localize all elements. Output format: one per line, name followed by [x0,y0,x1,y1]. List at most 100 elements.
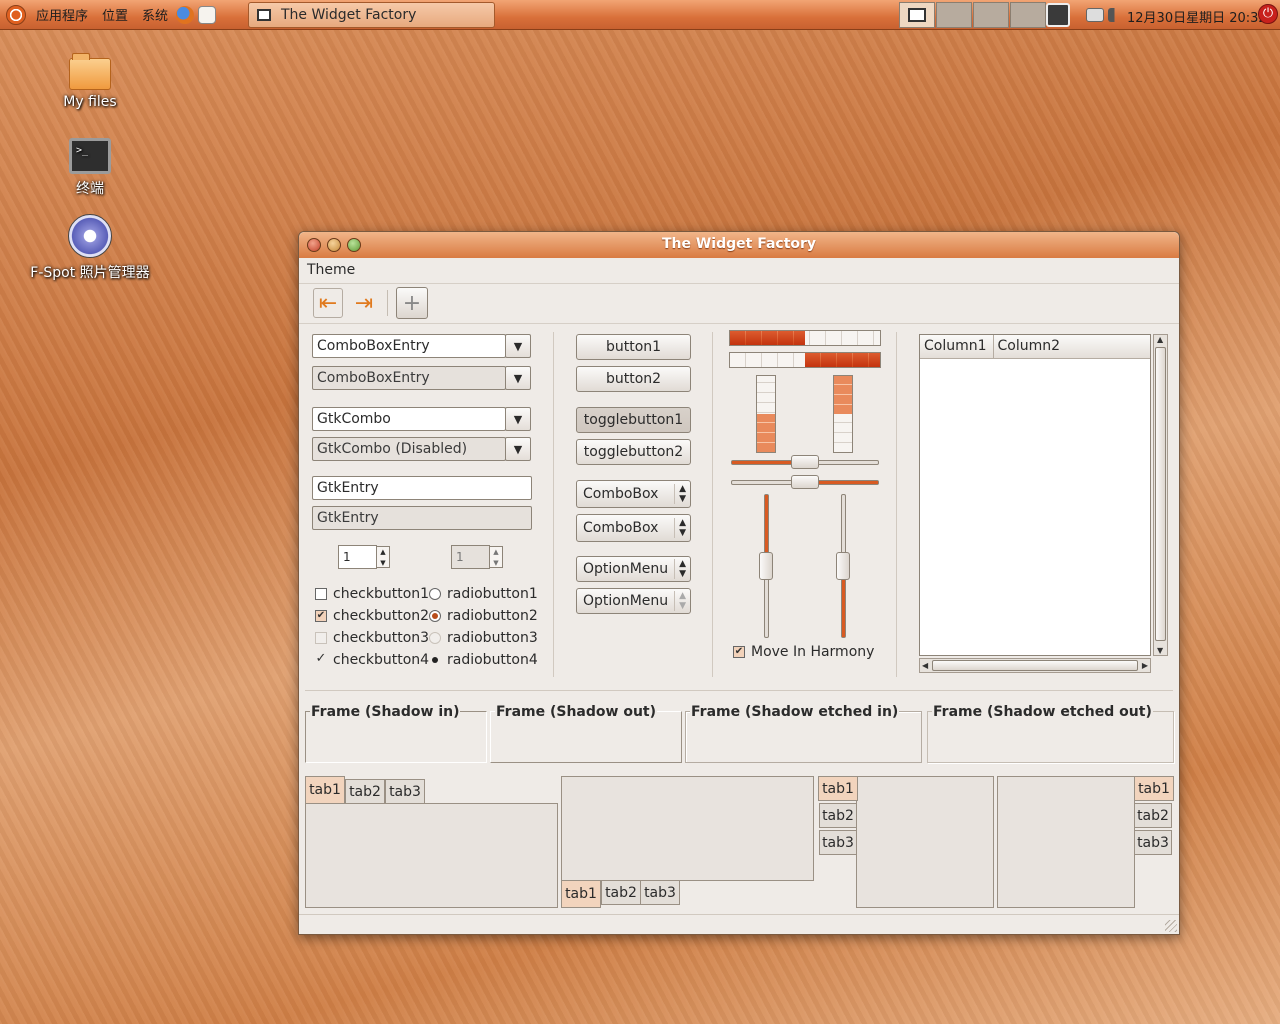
optionmenu-1[interactable]: OptionMenu ▲ ▼ [576,556,691,582]
desktop-icon-my-files[interactable]: My files [25,50,155,110]
combobox-2[interactable]: ComboBox ▲ ▼ [576,514,691,542]
fspot-icon [68,214,112,258]
tree-column-header[interactable]: Column2 [994,335,1067,358]
desktop-icon-terminal[interactable]: >_ 终端 [25,134,155,198]
menu-applications[interactable]: 应用程序 [36,5,88,24]
menu-system[interactable]: 系统 [142,5,168,24]
hscale-slider-handle[interactable] [791,455,819,469]
firefox-launcher-icon[interactable] [176,5,195,24]
notebook-top-tab-1[interactable]: tab1 [305,776,345,804]
scroll-up-icon[interactable]: ▲ [1157,335,1163,344]
combobox-entry-2[interactable]: ComboBoxEntry [312,366,506,390]
volume-icon[interactable] [1108,8,1124,22]
button-2[interactable]: button2 [576,366,691,392]
scrollbar-thumb[interactable] [932,660,1138,671]
radiobutton-2[interactable]: radiobutton2 [429,608,538,624]
notebook-left-tab-3[interactable]: tab3 [819,830,857,855]
window-titlebar[interactable]: The Widget Factory [299,232,1179,258]
gtk-combo[interactable]: GtkCombo [312,407,506,431]
vscale-1[interactable] [759,494,773,638]
radiobutton-3: radiobutton3 [429,630,538,646]
taskbar-window-button[interactable]: The Widget Factory [248,2,495,28]
system-tray [1046,3,1124,27]
go-forward-icon[interactable]: ⇥ [349,288,379,318]
check-label: Move In Harmony [751,644,875,660]
checkmark-icon: ✓ [315,651,327,666]
checkbutton-2[interactable]: ✔ checkbutton2 [315,608,429,624]
combobox-1[interactable]: ComboBox ▲ ▼ [576,480,691,508]
notebook-right-tab-1[interactable]: tab1 [1134,776,1174,801]
workspace-3[interactable] [973,2,1009,28]
notebook-right-tab-2[interactable]: tab2 [1134,803,1172,828]
togglebutton-2[interactable]: togglebutton2 [576,439,691,465]
button-1[interactable]: button1 [576,334,691,360]
chevron-down-icon[interactable]: ▼ [505,366,531,390]
gtk-entry[interactable]: GtkEntry [312,476,532,500]
checkbox-icon [315,632,327,644]
move-in-harmony-check[interactable]: ✔ Move In Harmony [733,644,874,660]
optionmenu-2: OptionMenu ▲ ▼ [576,588,691,614]
tree-header: Column1 Column2 [920,335,1150,359]
notebook-bottom-tab-1[interactable]: tab1 [561,880,601,908]
notebook-left-tab-2[interactable]: tab2 [819,803,857,828]
togglebutton-1[interactable]: togglebutton1 [576,407,691,433]
updown-arrows-icon: ▲ ▼ [674,518,686,538]
hscale-1[interactable] [731,455,879,469]
chevron-down-icon[interactable]: ▼ [505,334,531,358]
workspace-1[interactable] [899,2,935,28]
updown-arrows-icon: ▲ ▼ [674,559,686,579]
vscale-slider-handle[interactable] [759,552,773,580]
workspace-window-thumb [908,8,926,22]
workspace-4[interactable] [1010,2,1046,28]
tree-view[interactable]: Column1 Column2 [919,334,1151,656]
window-title: The Widget Factory [661,236,817,252]
scrollbar-thumb[interactable] [1155,347,1166,641]
checkbutton-1[interactable]: checkbutton1 [315,586,429,602]
frame-label: Frame (Shadow etched out) [932,704,1153,720]
checkbox-icon [315,588,327,600]
spin-arrows-icon[interactable]: ▲ ▼ [376,546,390,568]
notebook-bottom-tab-3[interactable]: tab3 [640,880,680,905]
tree-horizontal-scrollbar[interactable]: ◀ ▶ [919,658,1151,673]
vscale-2[interactable] [836,494,850,638]
radio-selected-icon [429,610,441,622]
scroll-left-icon[interactable]: ◀ [922,661,928,670]
radio-label: radiobutton3 [447,630,538,646]
notebook-right-tab-3[interactable]: tab3 [1134,830,1172,855]
terminal-icon: >_ [69,138,111,174]
go-back-icon[interactable]: ⇤ [313,288,343,318]
checkbutton-4: ✓ checkbutton4 [315,651,430,668]
frame-shadow-etched-in: Frame (Shadow etched in) [685,704,922,763]
spin-button-1[interactable]: 1 ▲ ▼ [338,545,390,569]
radiobutton-1[interactable]: radiobutton1 [429,586,538,602]
spin-value: 1 [456,550,464,564]
notebook-top-tab-2[interactable]: tab2 [345,779,385,804]
add-icon[interactable]: + [396,287,428,319]
hscale-slider-handle[interactable] [791,475,819,489]
notebook-top-tab-3[interactable]: tab3 [385,779,425,804]
gtk-entry-disabled: GtkEntry [312,506,532,530]
vscale-slider-handle[interactable] [836,552,850,580]
workspace-2[interactable] [936,2,972,28]
scroll-right-icon[interactable]: ▶ [1142,661,1148,670]
power-icon[interactable]: ⏻ [1258,4,1278,24]
combobox-entry-1[interactable]: ComboBoxEntry [312,334,506,358]
tree-column-header[interactable]: Column1 [920,335,994,358]
tree-vertical-scrollbar[interactable]: ▲ ▼ [1153,334,1168,656]
ubuntu-logo-icon[interactable] [6,4,26,25]
show-desktop-icon[interactable] [1046,3,1070,27]
panel-clock[interactable]: 12月30日星期日 20:32 [1127,7,1267,26]
check-label: checkbutton1 [333,586,430,602]
scroll-down-icon[interactable]: ▼ [1157,646,1163,655]
printer-icon[interactable] [1086,8,1104,22]
notebook-left-tab-1[interactable]: tab1 [818,776,858,801]
desktop-icon-fspot[interactable]: F-Spot 照片管理器 [25,214,155,282]
hscale-2[interactable] [731,475,879,489]
mail-launcher-icon[interactable] [198,5,217,24]
resize-grip-icon[interactable] [1165,920,1177,932]
menu-theme[interactable]: Theme [307,262,355,278]
notebook-bottom-tab-2[interactable]: tab2 [601,880,641,905]
chevron-down-icon[interactable]: ▼ [505,407,531,431]
vprogress-2 [833,375,853,453]
menu-places[interactable]: 位置 [102,5,128,24]
